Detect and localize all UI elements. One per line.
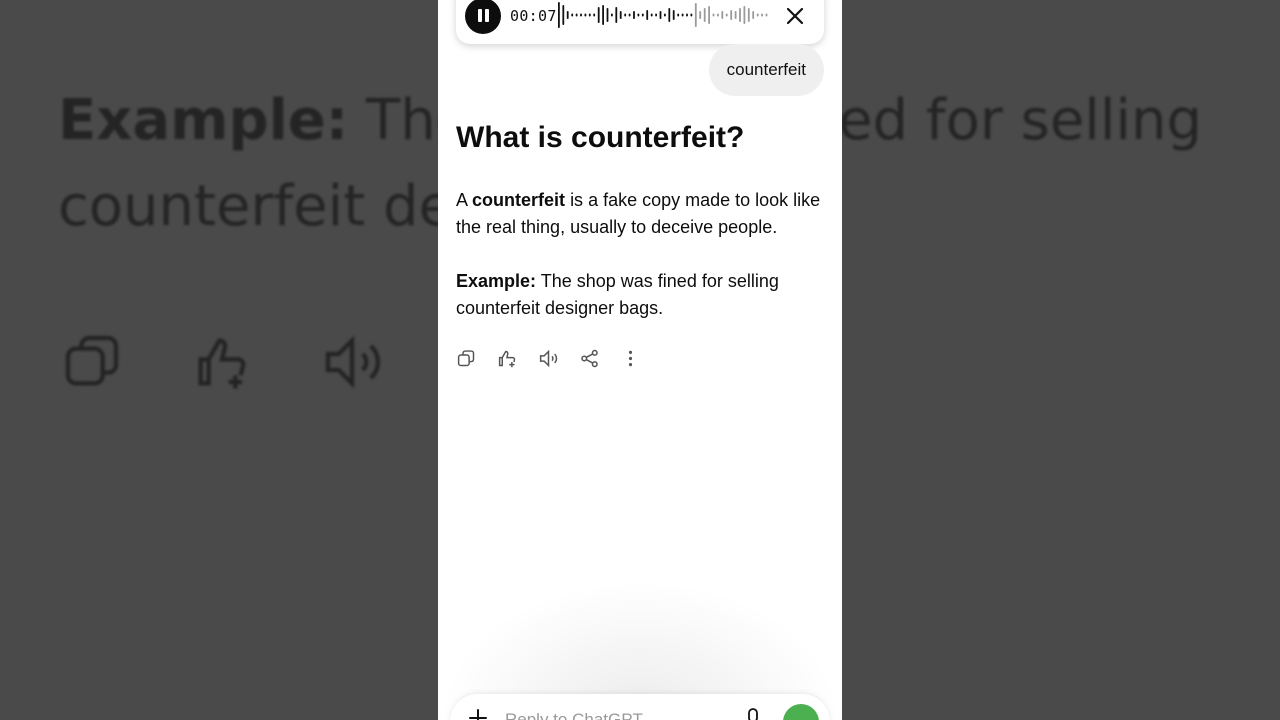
waveform-bar [668,8,671,22]
waveform-bar [743,6,746,24]
waveform-bar [708,6,710,24]
waveform-bar [611,13,613,17]
waveform-bar [571,13,574,17]
waveform-bar [628,13,631,17]
waveform-bar [646,10,649,20]
waveform-bar [606,8,609,22]
waveform-bar [597,7,600,23]
waveform-bar [672,10,675,20]
thumbs-up-icon[interactable] [497,348,518,369]
message-composer: Reply to ChatGPT [450,694,830,720]
waveform-bar [681,13,684,17]
waveform-bar [765,13,768,17]
composer-input[interactable]: Reply to ChatGPT [505,710,643,720]
pause-button[interactable] [465,0,501,34]
close-icon[interactable] [784,5,806,27]
waveform-bar [566,11,569,19]
definition-term: counterfeit [472,190,566,210]
microphone-icon[interactable] [746,708,760,720]
waveform-bar [641,13,644,17]
plus-icon[interactable] [468,708,488,720]
chat-screen: 00:07 counterfeit What is counterfeit? A… [438,0,842,720]
waveform-bar [725,13,728,17]
waveform-bar [761,13,763,17]
waveform-bar [694,3,697,27]
waveform-bar [721,11,724,19]
waveform-bar [739,8,741,22]
waveform-bar [703,8,706,22]
background-thumbs-up-icon [198,338,246,389]
waveform-bar [558,2,560,28]
voice-mode-button[interactable] [783,704,819,720]
waveform-bar [659,11,662,19]
waveform-bar [650,13,653,17]
audio-waveform [558,2,768,28]
more-icon[interactable] [620,348,641,369]
example-label: Example: [456,271,537,291]
waveform-bar [712,13,715,17]
waveform-bar [602,5,604,25]
share-icon[interactable] [579,348,600,369]
waveform-bar [717,13,719,17]
waveform-bar [690,13,693,17]
voice-playback-bar: 00:07 [456,0,824,44]
answer-heading: What is counterfeit? [456,121,745,154]
background-example-label: Example: [58,88,349,153]
waveform-bar [677,13,680,17]
background-speaker-icon [325,335,381,389]
waveform-bar [575,13,578,17]
definition-prefix: A [456,190,468,210]
waveform-bar [619,11,622,19]
playback-timer: 00:07 [510,7,557,25]
copy-icon[interactable] [456,348,477,369]
waveform-bar [756,13,759,17]
waveform-bar [588,13,591,17]
user-message-text: counterfeit [726,60,806,79]
waveform-bar [584,13,587,17]
message-actions [456,348,641,369]
waveform-bar [734,11,737,19]
user-message-bubble: counterfeit [708,44,824,96]
waveform-bar [655,13,657,17]
waveform-bar [624,13,627,17]
waveform-bar [562,5,565,25]
waveform-bar [580,13,582,17]
waveform-bar [699,11,702,19]
example-paragraph: Example: The shop was fined for selling … [456,268,828,322]
waveform-bar [664,13,666,17]
waveform-bar [633,11,635,19]
waveform-bar [747,8,750,22]
waveform-bar [730,10,733,20]
waveform-bar [593,13,596,17]
speaker-icon[interactable] [538,348,559,369]
waveform-bar [615,7,618,23]
definition-paragraph: A counterfeit is a fake copy made to loo… [456,187,828,241]
waveform-bar [686,13,688,17]
background-action-icons [60,330,384,394]
background-copy-icon [65,335,119,386]
waveform-bar [752,11,755,19]
waveform-bar [637,13,640,17]
